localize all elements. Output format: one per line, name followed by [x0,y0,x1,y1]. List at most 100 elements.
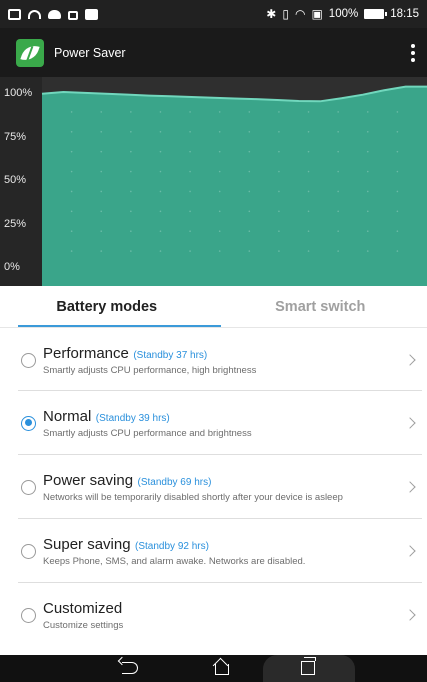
chevron-right-icon[interactable] [404,609,416,621]
status-bar: ✱ ▯ ◠ ▣ 100% 18:15 [0,0,427,28]
wifi-icon: ◠ [294,7,306,21]
overflow-menu-icon[interactable] [411,44,415,62]
mode-item-normal[interactable]: Normal (Standby 39 hrs) Smartly adjusts … [0,391,427,455]
chevron-right-icon[interactable] [404,354,416,366]
mode-standby: (Standby 39 hrs) [95,412,170,424]
radio-normal[interactable] [21,415,36,431]
mode-tabs: Battery modes Smart switch [0,286,427,328]
mode-item-power-saving[interactable]: Power saving (Standby 69 hrs) Networks w… [0,455,427,519]
home-icon[interactable] [213,659,229,675]
grid-dot [307,130,310,133]
grid-dot [278,230,280,233]
grid-dot [337,250,339,252]
mode-description: Smartly adjusts CPU performance and brig… [43,427,252,439]
grid-dot [366,130,369,133]
grid-dot [130,230,132,233]
grid-dot [396,130,399,133]
grid-dot [218,150,221,153]
status-system-icons: ✱ ▯ ◠ ▣ 100% 18:15 [266,8,419,20]
cloud-icon [48,9,61,19]
grid-dot [396,210,399,213]
grid-dot [307,230,310,233]
mode-description: Customize settings [43,619,124,631]
mode-item-customized[interactable]: Customized Customize settings [0,583,427,647]
radio-performance[interactable] [21,352,36,368]
grid-dot [159,250,162,252]
grid-dot [218,170,221,173]
battery-level-area [42,86,427,286]
grid-dot [337,130,339,133]
radio-customized[interactable] [21,607,36,623]
app-bar: Power Saver [0,28,427,77]
chevron-right-icon[interactable] [404,417,416,429]
grid-dot [218,210,221,213]
grid-dot [278,111,280,113]
grid-dot [218,130,221,133]
grid-dot [189,111,191,113]
grid-dot [366,170,369,173]
hotspot-icon [28,9,41,19]
grid-dot [366,190,369,193]
grid-dot [70,250,73,252]
y-tick-label: 100% [4,87,33,99]
grid-dot [70,210,73,213]
grid-dot [307,190,310,193]
chevron-right-icon[interactable] [404,545,416,557]
status-notification-icons [8,8,98,20]
grid-dot [130,111,132,113]
grid-dot [70,130,73,133]
tab-battery-modes[interactable]: Battery modes [0,286,214,327]
mode-text: Power saving (Standby 69 hrs) Networks w… [43,472,343,503]
grid-dot [248,111,251,113]
mode-standby: (Standby 69 hrs) [137,476,212,488]
grid-dot [248,230,251,233]
grid-dot [337,170,339,173]
grid-dot [337,230,339,233]
grid-dot [337,210,339,213]
grid-dot [100,130,103,133]
grid-dot [100,170,103,173]
grid-dot [100,250,103,252]
grid-dot [100,230,103,233]
grid-dot [218,230,221,233]
grid-dot [307,250,310,252]
grid-dot [159,170,162,173]
grid-dot [218,250,221,252]
recent-apps-icon[interactable] [301,657,316,675]
mode-description: Networks will be temporarily disabled sh… [43,491,343,503]
mode-item-performance[interactable]: Performance (Standby 37 hrs) Smartly adj… [0,328,427,392]
tab-indicator [18,325,221,327]
grid-dot [218,111,221,113]
back-icon[interactable] [122,662,138,674]
grid-dot [159,130,162,133]
chevron-right-icon[interactable] [404,481,416,493]
mode-standby: (Standby 92 hrs) [135,540,209,552]
tab-smart-switch[interactable]: Smart switch [214,286,427,327]
grid-dot [159,150,162,153]
mode-item-super-saving[interactable]: Super saving (Standby 92 hrs) Keeps Phon… [0,519,427,583]
grid-dot [100,150,103,153]
grid-dot [100,210,103,213]
mode-text: Customized Customize settings [43,600,123,631]
radio-power-saving[interactable] [21,479,36,495]
grid-dot [218,190,221,193]
y-tick-label: 75% [4,131,27,143]
grid-dot [307,210,310,213]
grid-dot [307,170,310,173]
vibrate-icon: ▯ [282,7,289,21]
mode-description: Keeps Phone, SMS, and alarm awake. Netwo… [43,555,306,567]
battery-icon [364,9,388,19]
mode-standby: (Standby 37 hrs) [133,349,208,361]
grid-dot [130,130,132,133]
grid-dot [278,210,280,213]
grid-dot [159,111,162,113]
grid-dot [70,230,73,233]
grid-dot [396,230,399,233]
grid-dot [396,190,399,193]
grid-dot [278,250,280,252]
radio-super-saving[interactable] [21,543,36,559]
grid-dot [159,230,162,233]
grid-dot [189,170,191,173]
grid-dot [70,190,73,193]
clock: 18:15 [390,8,419,20]
